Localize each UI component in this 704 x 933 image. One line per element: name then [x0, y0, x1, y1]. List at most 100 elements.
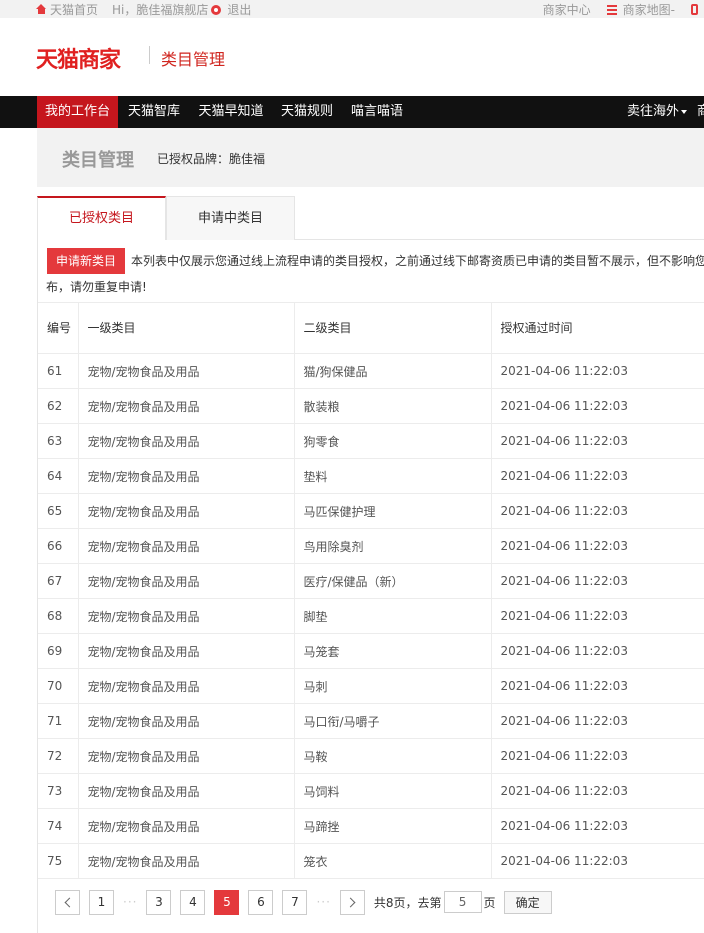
- cell-level1: 宠物/宠物食品及用品: [77, 633, 294, 669]
- cell-auth-time: 2021-04-06 11:22:03: [490, 563, 704, 599]
- cell-level1: 宠物/宠物食品及用品: [77, 808, 294, 844]
- page-1[interactable]: 1: [89, 889, 114, 915]
- cell-level2: 笼衣: [293, 843, 491, 879]
- phone-icon[interactable]: [691, 4, 698, 15]
- category-tabs: 已授权类目 申请中类目: [37, 196, 704, 240]
- cell-level2: 马鞍: [293, 738, 491, 774]
- table-row: 73 宠物/宠物食品及用品 马饲料 2021-04-06 11:22:03: [38, 773, 704, 809]
- cell-number: 61: [38, 353, 78, 389]
- tab-applying[interactable]: 申请中类目: [166, 196, 295, 240]
- cell-level2: 马口衔/马嚼子: [293, 703, 491, 739]
- nav-item-rules[interactable]: 天猫规则: [272, 96, 342, 128]
- cell-level1: 宠物/宠物食品及用品: [77, 668, 294, 704]
- table-row: 68 宠物/宠物食品及用品 脚垫 2021-04-06 11:22:03: [38, 598, 704, 634]
- nav-item-cut[interactable]: 商: [697, 96, 704, 128]
- cell-auth-time: 2021-04-06 11:22:03: [490, 633, 704, 669]
- cell-level1: 宠物/宠物食品及用品: [77, 493, 294, 529]
- nav-item-sell-overseas[interactable]: 卖往海外: [622, 96, 692, 128]
- header-auth-time: 授权通过时间: [490, 302, 704, 354]
- cell-level1: 宠物/宠物食品及用品: [77, 423, 294, 459]
- cell-level2: 散装粮: [293, 388, 491, 424]
- nav-item-workbench[interactable]: 我的工作台: [37, 96, 118, 128]
- main-nav: 我的工作台 天猫智库 天猫早知道 天猫规则 喵言喵语 卖往海外 商: [0, 96, 704, 128]
- cell-level1: 宠物/宠物食品及用品: [77, 528, 294, 564]
- cell-auth-time: 2021-04-06 11:22:03: [490, 353, 704, 389]
- nav-item-meow-talk[interactable]: 喵言喵语: [342, 96, 412, 128]
- cell-auth-time: 2021-04-06 11:22:03: [490, 493, 704, 529]
- table-row: 62 宠物/宠物食品及用品 散装粮 2021-04-06 11:22:03: [38, 388, 704, 424]
- cell-number: 62: [38, 388, 78, 424]
- cell-auth-time: 2021-04-06 11:22:03: [490, 843, 704, 879]
- page-title: 类目管理: [62, 150, 134, 171]
- page-suffix: 页: [483, 895, 496, 910]
- sell-overseas-label: 卖往海外: [626, 104, 679, 119]
- cell-auth-time: 2021-04-06 11:22:03: [490, 808, 704, 844]
- table-row: 69 宠物/宠物食品及用品 马笼套 2021-04-06 11:22:03: [38, 633, 704, 669]
- confirm-goto-button[interactable]: 确定: [503, 890, 552, 914]
- caret-down-icon: [681, 109, 687, 114]
- page-6[interactable]: 6: [248, 889, 274, 915]
- header-subtitle: 类目管理: [161, 50, 226, 69]
- cell-level2: 医疗/保健品（新）: [293, 563, 491, 599]
- cell-auth-time: 2021-04-06 11:22:03: [490, 703, 704, 739]
- nav-item-early-know[interactable]: 天猫早知道: [190, 96, 272, 128]
- chevron-left-icon: [64, 897, 74, 907]
- cell-level2: 马匹保健护理: [293, 493, 491, 529]
- table-row: 72 宠物/宠物食品及用品 马鞍 2021-04-06 11:22:03: [38, 738, 704, 774]
- header-number: 编号: [38, 302, 78, 354]
- cell-level1: 宠物/宠物食品及用品: [77, 563, 294, 599]
- page-5-current[interactable]: 5: [214, 889, 240, 915]
- cell-number: 70: [38, 668, 78, 704]
- prev-page-button[interactable]: [55, 889, 80, 915]
- cell-auth-time: 2021-04-06 11:22:03: [490, 668, 704, 704]
- page-3[interactable]: 3: [146, 889, 172, 915]
- cell-level2: 脚垫: [293, 598, 491, 634]
- header-level1: 一级类目: [77, 302, 294, 354]
- table-row: 70 宠物/宠物食品及用品 马刺 2021-04-06 11:22:03: [38, 668, 704, 704]
- merchant-map-link[interactable]: 商家地图: [623, 1, 671, 18]
- cell-level1: 宠物/宠物食品及用品: [77, 458, 294, 494]
- cell-level1: 宠物/宠物食品及用品: [77, 773, 294, 809]
- total-pages-text: 共8页，去第: [373, 895, 442, 910]
- cell-level2: 马笼套: [293, 633, 491, 669]
- header: 天猫商家 类目管理: [0, 18, 704, 96]
- cell-level2: 狗零食: [293, 423, 491, 459]
- top-utility-bar: 天猫首页 Hi，脆佳福旗舰店 退出 商家中心 商家地图 -: [0, 0, 704, 18]
- home-icon: [36, 4, 47, 15]
- page-4[interactable]: 4: [180, 889, 206, 915]
- apply-new-category-button[interactable]: 申请新类目: [47, 248, 126, 274]
- cell-level1: 宠物/宠物食品及用品: [77, 703, 294, 739]
- table-row: 74 宠物/宠物食品及用品 马蹄挫 2021-04-06 11:22:03: [38, 808, 704, 844]
- tmall-merchant-logo[interactable]: 天猫商家: [36, 42, 121, 74]
- notice-text-line1: 本列表中仅展示您通过线上流程申请的类目授权，之前通过线下邮寄资质已申请的类目暂不…: [131, 254, 704, 268]
- cell-auth-time: 2021-04-06 11:22:03: [490, 388, 704, 424]
- cell-level1: 宠物/宠物食品及用品: [77, 353, 294, 389]
- cell-number: 74: [38, 808, 78, 844]
- cell-auth-time: 2021-04-06 11:22:03: [490, 423, 704, 459]
- logout-link[interactable]: 退出: [227, 1, 251, 18]
- cell-level2: 马刺: [293, 668, 491, 704]
- table-row: 64 宠物/宠物食品及用品 垫料 2021-04-06 11:22:03: [38, 458, 704, 494]
- next-page-button[interactable]: [339, 889, 365, 915]
- topbar-left: 天猫首页 Hi，脆佳福旗舰店 退出: [36, 1, 251, 18]
- cell-level1: 宠物/宠物食品及用品: [77, 738, 294, 774]
- cell-number: 64: [38, 458, 78, 494]
- cell-number: 63: [38, 423, 78, 459]
- cell-level2: 马蹄挫: [293, 808, 491, 844]
- table-header-row: 编号 一级类目 二级类目 授权通过时间: [38, 302, 704, 354]
- page-7[interactable]: 7: [282, 889, 308, 915]
- cell-number: 75: [38, 843, 78, 879]
- notice: 申请新类目 本列表中仅展示您通过线上流程申请的类目授权，之前通过线下邮寄资质已申…: [38, 248, 704, 298]
- cell-auth-time: 2021-04-06 11:22:03: [490, 773, 704, 809]
- cell-level2: 猫/狗保健品: [293, 353, 491, 389]
- merchant-center-link[interactable]: 商家中心: [543, 1, 591, 18]
- message-icon[interactable]: [211, 4, 222, 15]
- tab-authorized[interactable]: 已授权类目: [37, 196, 166, 240]
- goto-page-input[interactable]: [443, 891, 482, 913]
- authorized-brand: 已授权品牌：脆佳福: [157, 152, 266, 166]
- tmall-home-link[interactable]: 天猫首页: [50, 1, 98, 18]
- merchant-map-dash: -: [670, 2, 675, 17]
- header-level2: 二级类目: [293, 302, 491, 354]
- pagination-ellipsis-2: ···: [316, 895, 331, 909]
- nav-item-think-tank[interactable]: 天猫智库: [118, 96, 190, 128]
